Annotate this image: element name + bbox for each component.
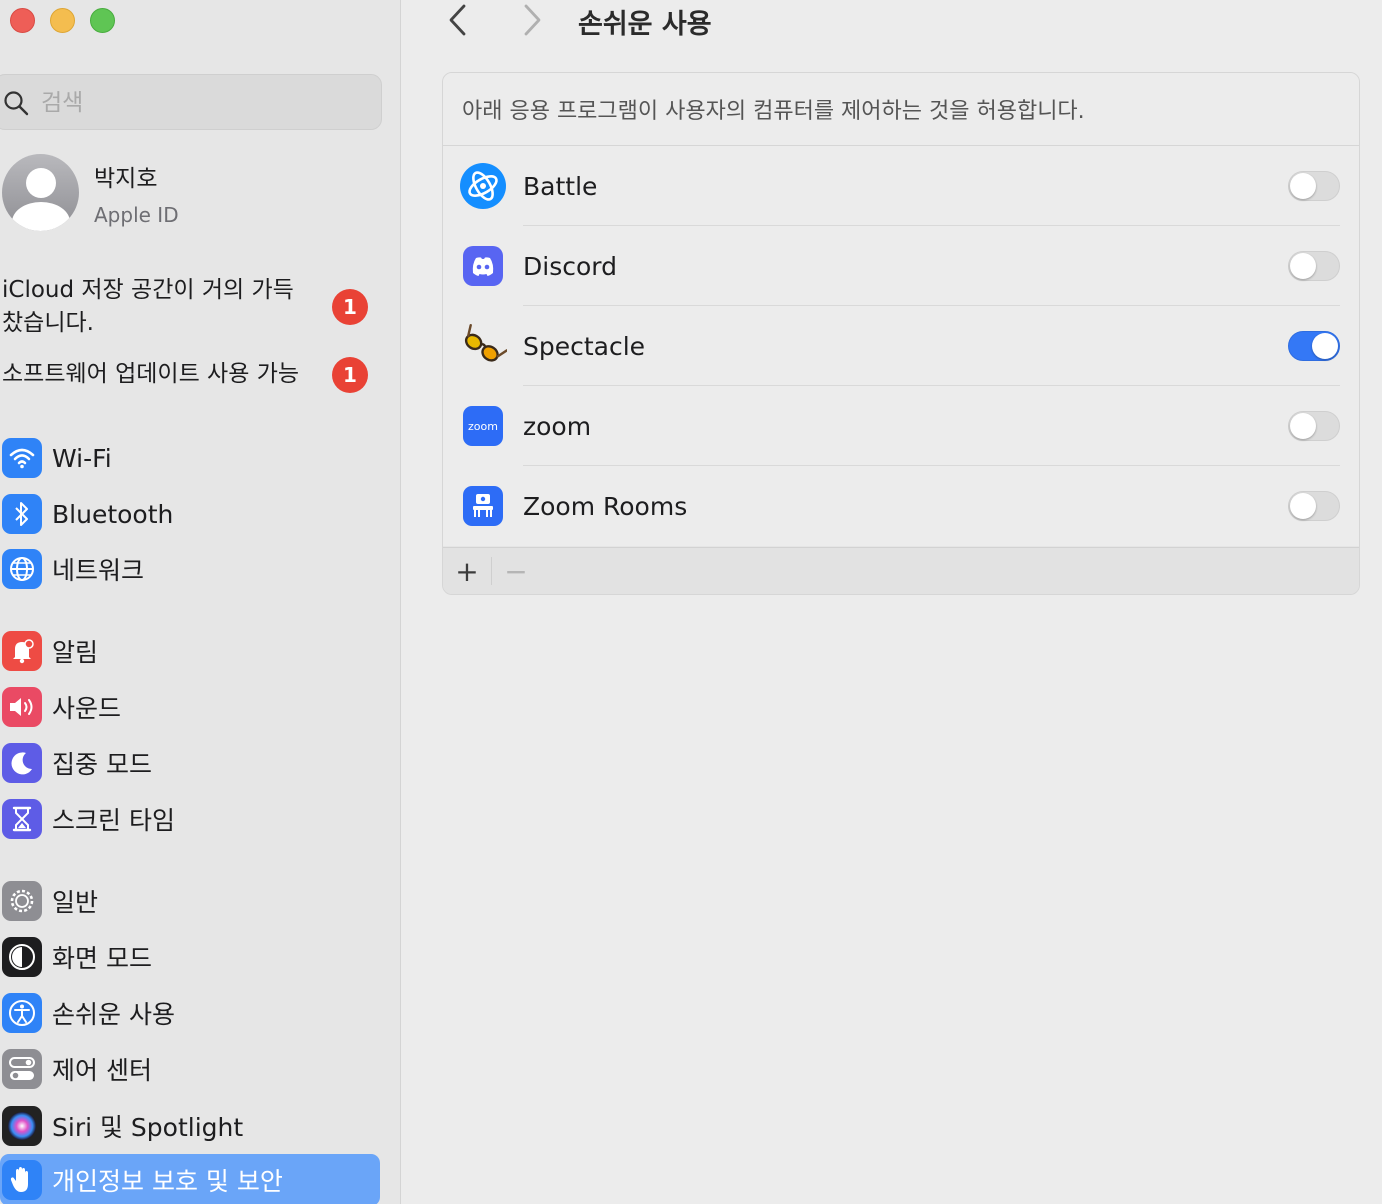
app-row-discord: Discord — [443, 226, 1359, 306]
app-name: Discord — [523, 251, 617, 281]
sidebar-item-label: 손쉬운 사용 — [52, 1000, 175, 1029]
list-footer: + − — [443, 547, 1359, 594]
forward-button[interactable] — [520, 4, 548, 40]
app-toggle-zoom-rooms[interactable] — [1288, 491, 1340, 521]
app-row-zoom: zoom zoom — [443, 386, 1359, 466]
sidebar-item-network[interactable]: 네트워크 — [0, 543, 380, 595]
app-toggle-battle[interactable] — [1288, 171, 1340, 201]
sidebar-item-label: 화면 모드 — [52, 944, 152, 973]
hand-icon — [2, 1160, 42, 1200]
app-name: zoom — [523, 411, 592, 441]
account-subtitle: Apple ID — [94, 202, 179, 227]
maximize-window-button[interactable] — [90, 8, 115, 33]
hourglass-icon — [2, 799, 42, 839]
globe-icon — [2, 549, 42, 589]
app-row-spectacle: Spectacle — [443, 306, 1359, 386]
sidebar-item-general[interactable]: 일반 — [0, 875, 380, 927]
sidebar-item-label: Wi-Fi — [52, 443, 112, 473]
spectacle-icon — [459, 322, 507, 370]
sidebar-item-privacy-security[interactable]: 개인정보 보호 및 보안 — [0, 1154, 380, 1204]
sidebar-item-focus[interactable]: 집중 모드 — [0, 737, 380, 789]
sidebar: 박지호 Apple ID iCloud 저장 공간이 거의 가득 찼습니다. 1… — [0, 0, 401, 1204]
remove-app-button[interactable]: − — [492, 548, 540, 594]
add-app-button[interactable]: + — [443, 548, 491, 594]
zoom-icon: zoom — [459, 402, 507, 450]
sidebar-item-label: 개인정보 보호 및 보안 — [52, 1167, 283, 1196]
app-toggle-discord[interactable] — [1288, 251, 1340, 281]
appearance-icon — [2, 937, 42, 977]
avatar — [2, 154, 79, 231]
app-row-zoom-rooms: Zoom Rooms — [443, 466, 1359, 546]
notification-badge: 1 — [332, 289, 368, 325]
bluetooth-icon — [2, 494, 42, 534]
sidebar-item-bluetooth[interactable]: Bluetooth — [0, 488, 380, 540]
sidebar-item-sound[interactable]: 사운드 — [0, 681, 380, 733]
app-name: Battle — [523, 171, 598, 201]
moon-icon — [2, 743, 42, 783]
wifi-icon — [2, 438, 42, 478]
sidebar-item-label: 네트워크 — [52, 556, 145, 585]
sidebar-item-label: 제어 센터 — [52, 1056, 152, 1085]
sidebar-item-label: 알림 — [52, 638, 99, 667]
sidebar-item-label: 집중 모드 — [52, 750, 152, 779]
battle-net-icon — [459, 162, 507, 210]
app-toggle-zoom[interactable] — [1288, 411, 1340, 441]
software-update-notice[interactable]: 소프트웨어 업데이트 사용 가능 — [2, 358, 332, 391]
sidebar-item-label: 사운드 — [52, 694, 122, 723]
accessibility-icon — [2, 993, 42, 1033]
close-window-button[interactable] — [10, 8, 35, 33]
page-title: 손쉬운 사용 — [578, 9, 712, 40]
chevron-left-icon — [449, 4, 466, 36]
zoom-icon-text: zoom — [468, 419, 498, 433]
icloud-storage-notice[interactable]: iCloud 저장 공간이 거의 가득 찼습니다. — [2, 274, 322, 340]
zoom-rooms-icon — [459, 482, 507, 530]
sidebar-item-siri-spotlight[interactable]: Siri 및 Spotlight — [0, 1100, 380, 1152]
discord-icon — [459, 242, 507, 290]
sidebar-item-accessibility[interactable]: 손쉬운 사용 — [0, 987, 380, 1039]
chevron-right-icon — [524, 4, 541, 36]
notification-badge: 1 — [332, 357, 368, 393]
control-center-icon — [2, 1049, 42, 1089]
search-icon — [4, 91, 29, 116]
siri-icon — [2, 1106, 42, 1146]
app-name: Spectacle — [523, 331, 646, 361]
app-toggle-spectacle[interactable] — [1288, 331, 1340, 361]
sidebar-item-label: Siri 및 Spotlight — [52, 1113, 244, 1142]
sidebar-item-screen-time[interactable]: 스크린 타임 — [0, 793, 380, 845]
speaker-icon — [2, 687, 42, 727]
app-row-battle: Battle — [443, 146, 1359, 226]
account-name: 박지호 — [94, 165, 158, 192]
app-list: Battle Discord Spectacle zoom zoom Zoom … — [443, 146, 1359, 546]
accessibility-apps-panel: 아래 응용 프로그램이 사용자의 컴퓨터를 제어하는 것을 허용합니다. Bat… — [442, 72, 1360, 595]
search-input[interactable] — [41, 85, 361, 121]
sidebar-item-wifi[interactable]: Wi-Fi — [0, 432, 380, 484]
sidebar-item-appearance[interactable]: 화면 모드 — [0, 931, 380, 983]
apple-id-account[interactable]: 박지호 Apple ID — [2, 154, 179, 231]
sidebar-item-control-center[interactable]: 제어 센터 — [0, 1043, 380, 1095]
search-field[interactable] — [0, 74, 382, 130]
minimize-window-button[interactable] — [50, 8, 75, 33]
app-name: Zoom Rooms — [523, 491, 688, 521]
sidebar-item-label: 스크린 타임 — [52, 806, 175, 835]
panel-description: 아래 응용 프로그램이 사용자의 컴퓨터를 제어하는 것을 허용합니다. — [443, 73, 1359, 146]
back-button[interactable] — [444, 4, 472, 40]
window-controls — [10, 8, 115, 33]
sidebar-item-label: Bluetooth — [52, 499, 174, 529]
bell-icon — [2, 631, 42, 671]
sidebar-item-label: 일반 — [52, 888, 99, 917]
gear-icon — [2, 881, 42, 921]
sidebar-item-notifications[interactable]: 알림 — [0, 625, 380, 677]
